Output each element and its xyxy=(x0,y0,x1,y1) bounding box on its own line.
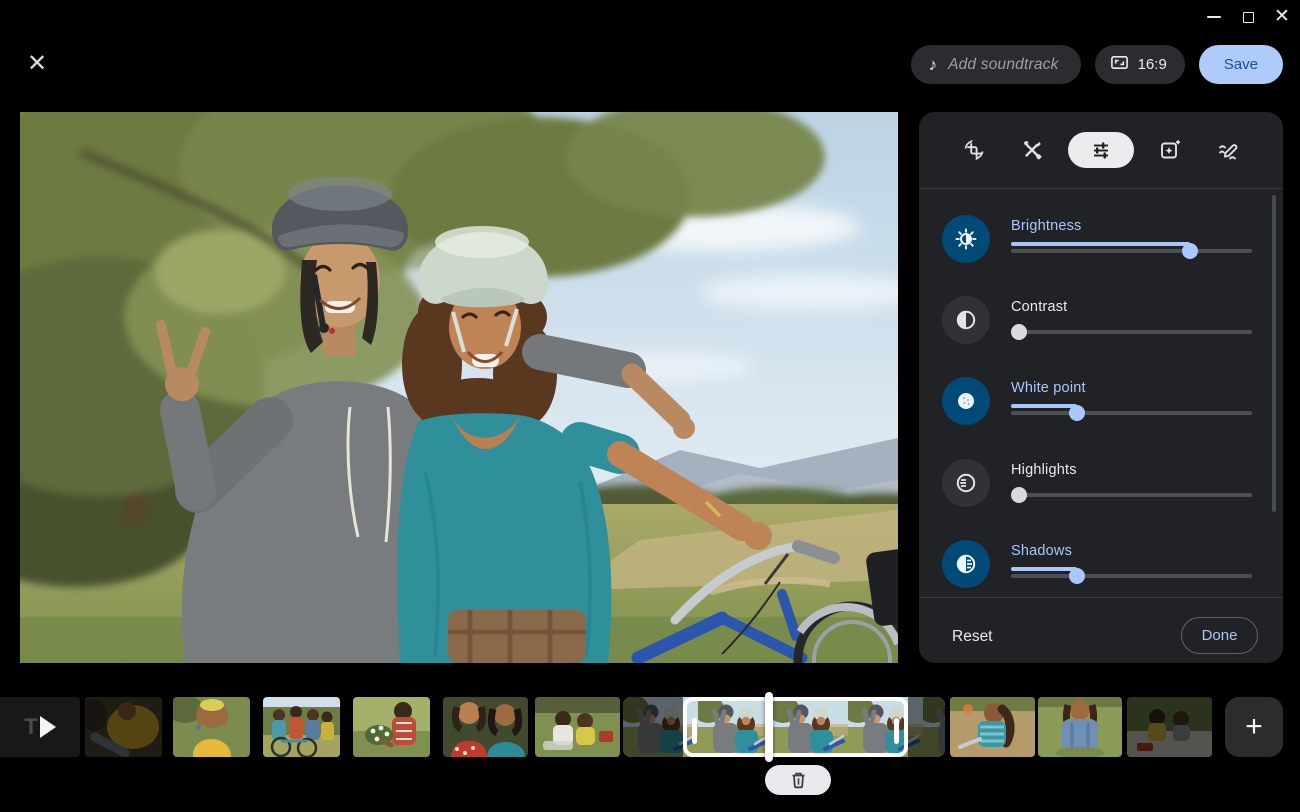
delete-clip-button[interactable] xyxy=(765,765,831,795)
timeline-clip-2[interactable] xyxy=(173,697,250,757)
save-button-label: Save xyxy=(1224,56,1258,73)
trim-handle-left[interactable] xyxy=(692,718,697,744)
close-window-button[interactable]: ✕ xyxy=(1274,9,1290,25)
edit-panel: Brightness Contrast xyxy=(919,112,1283,663)
slider-fill xyxy=(1011,404,1077,408)
tab-adjust[interactable] xyxy=(1068,132,1134,168)
contrast-icon[interactable] xyxy=(942,296,990,344)
slider-row-contrast: Contrast xyxy=(919,296,1283,368)
maximize-button[interactable] xyxy=(1240,9,1256,25)
trim-dim-right xyxy=(908,697,945,757)
timeline-clip-8[interactable] xyxy=(950,697,1035,757)
slider-track xyxy=(1011,493,1252,497)
aspect-ratio-label: 16:9 xyxy=(1138,56,1167,73)
timeline-clip-9[interactable] xyxy=(1038,697,1122,757)
adjust-sliders-icon xyxy=(1089,138,1113,162)
trim-dim-left xyxy=(623,697,683,757)
slider-thumb[interactable] xyxy=(1069,405,1085,421)
add-soundtrack-label: Add soundtrack xyxy=(948,56,1059,74)
slider-track xyxy=(1011,330,1252,334)
timeline-clip-4[interactable] xyxy=(353,697,430,757)
aspect-ratio-button[interactable]: 16:9 xyxy=(1095,45,1185,84)
minimize-button[interactable] xyxy=(1206,9,1222,25)
highlights-icon[interactable] xyxy=(942,459,990,507)
tabs-divider xyxy=(919,188,1283,189)
aspect-ratio-icon xyxy=(1110,53,1129,77)
slider-label: Shadows xyxy=(1011,543,1072,559)
preview-scene xyxy=(20,112,898,663)
slider-thumb[interactable] xyxy=(1182,243,1198,259)
close-editor-icon[interactable]: ✕ xyxy=(24,51,50,77)
slider-track xyxy=(1011,574,1252,578)
slider-thumb[interactable] xyxy=(1069,568,1085,584)
slider-label: Brightness xyxy=(1011,218,1082,234)
edit-tabs xyxy=(919,112,1283,188)
white-point-icon[interactable] xyxy=(942,377,990,425)
crop-rotate-icon xyxy=(962,138,986,162)
add-soundtrack-button[interactable]: ♪ Add soundtrack xyxy=(911,45,1081,84)
add-clip-button[interactable]: + xyxy=(1225,697,1283,757)
slider-thumb[interactable] xyxy=(1011,487,1027,503)
slider-track xyxy=(1011,411,1252,415)
trash-icon xyxy=(790,771,807,789)
timeline-clip-5[interactable] xyxy=(443,697,528,757)
save-button[interactable]: Save xyxy=(1199,45,1283,84)
brightness-slider[interactable] xyxy=(1011,242,1252,260)
plus-icon: + xyxy=(1245,712,1263,742)
slider-fill xyxy=(1011,242,1190,246)
tools-icon xyxy=(1020,138,1044,162)
contrast-slider[interactable] xyxy=(1011,323,1252,341)
footer-divider xyxy=(919,597,1283,598)
slider-track xyxy=(1011,249,1252,253)
reset-button[interactable]: Reset xyxy=(952,619,993,655)
shadows-icon[interactable] xyxy=(942,540,990,588)
highlights-slider[interactable] xyxy=(1011,486,1252,504)
slider-fill xyxy=(1011,567,1077,571)
play-button[interactable]: T xyxy=(0,697,80,757)
brightness-icon[interactable] xyxy=(942,215,990,263)
slider-label: Highlights xyxy=(1011,462,1077,478)
tab-crop-rotate[interactable] xyxy=(952,132,996,168)
play-icon xyxy=(40,716,56,738)
action-bar: ♪ Add soundtrack 16:9 Save xyxy=(911,45,1283,84)
music-note-icon: ♪ xyxy=(929,55,938,75)
done-button[interactable]: Done xyxy=(1181,617,1258,654)
timeline-clip-3[interactable] xyxy=(263,697,340,757)
panel-scrollbar[interactable] xyxy=(1272,195,1276,512)
slider-label: White point xyxy=(1011,380,1086,396)
trim-handle-right[interactable] xyxy=(894,718,899,744)
window-controls: ✕ xyxy=(1206,8,1290,26)
shadows-slider[interactable] xyxy=(1011,567,1252,585)
timeline: T xyxy=(0,697,1300,757)
playhead[interactable] xyxy=(765,692,773,762)
tab-tools[interactable] xyxy=(1010,132,1054,168)
timeline-clip-6[interactable] xyxy=(535,697,620,757)
slider-thumb[interactable] xyxy=(1011,324,1027,340)
add-frame-icon xyxy=(1158,138,1182,162)
timeline-clip-selected[interactable] xyxy=(623,697,945,757)
timeline-clip-1[interactable] xyxy=(85,697,162,757)
slider-row-highlights: Highlights xyxy=(919,459,1283,531)
timeline-clip-10[interactable] xyxy=(1127,697,1212,757)
slider-row-shadows: Shadows xyxy=(919,540,1283,612)
slider-row-white-point: White point xyxy=(919,377,1283,449)
slider-label: Contrast xyxy=(1011,299,1067,315)
tab-markup[interactable] xyxy=(1206,132,1250,168)
tab-frames[interactable] xyxy=(1148,132,1192,168)
white-point-slider[interactable] xyxy=(1011,404,1252,422)
play-ghost: T xyxy=(24,714,37,740)
markup-pen-icon xyxy=(1216,138,1240,162)
slider-row-brightness: Brightness xyxy=(919,215,1283,287)
video-preview xyxy=(20,112,898,663)
